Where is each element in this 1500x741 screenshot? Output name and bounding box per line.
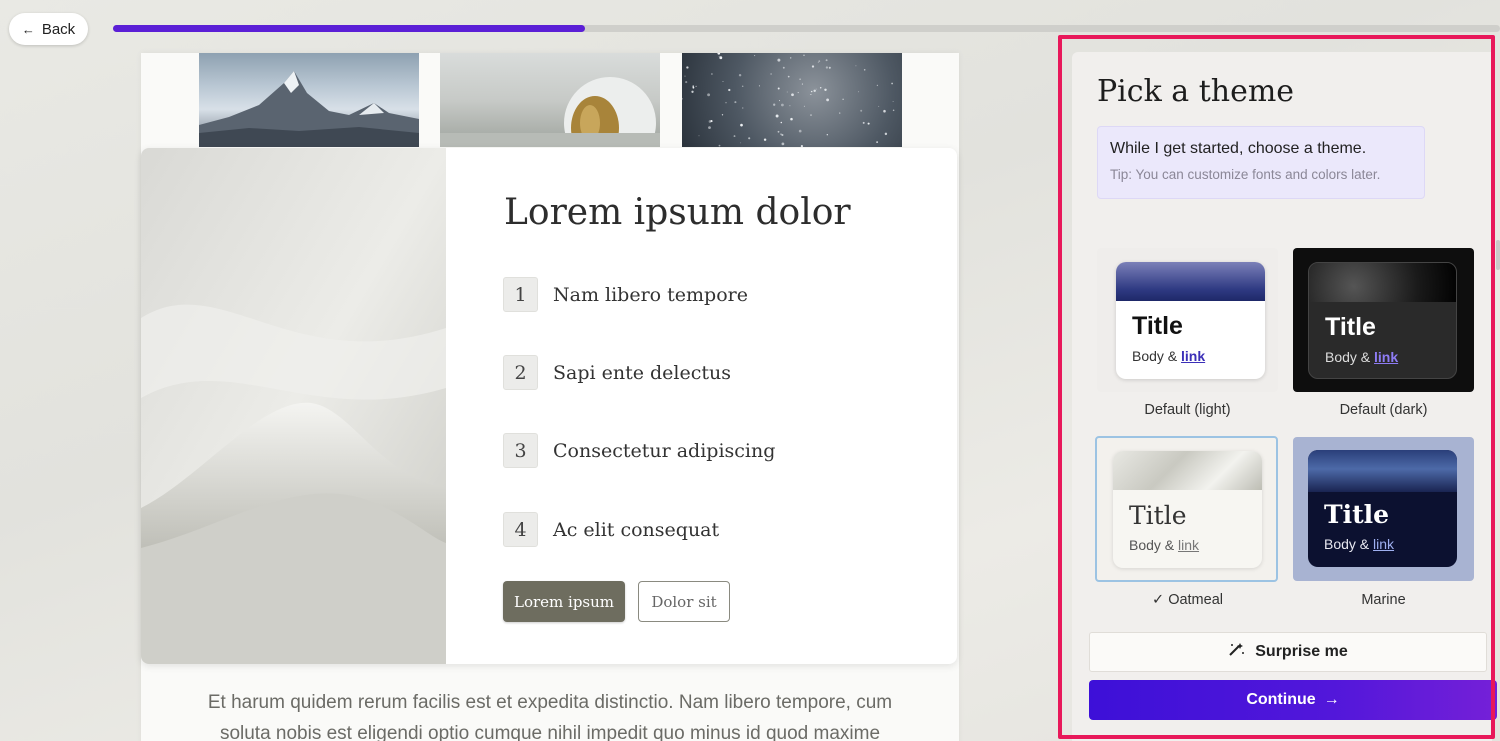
back-button[interactable]: ← Back (9, 13, 88, 45)
progress-fill (113, 25, 585, 32)
scrollbar-handle[interactable] (1496, 240, 1500, 270)
back-label: Back (42, 21, 75, 38)
step-item: 2 Sapi ente delectus (503, 355, 731, 390)
preview-body-text: Et harum quidem rerum facilis est et exp… (190, 687, 910, 741)
step-item: 3 Consectetur adipiscing (503, 433, 775, 468)
slide-card: Lorem ipsum dolor 1 Nam libero tempore 2… (141, 148, 957, 664)
step-text: Sapi ente delectus (553, 362, 731, 384)
step-item: 4 Ac elit consequat (503, 512, 719, 547)
mountain-thumbnail (199, 53, 419, 147)
preview-primary-button: Lorem ipsum (503, 581, 625, 622)
starry-sky-thumbnail (682, 53, 902, 147)
highlight-frame (1058, 35, 1495, 739)
step-number: 4 (503, 512, 538, 547)
preview-secondary-button: Dolor sit (638, 581, 730, 622)
astronaut-thumbnail (440, 53, 660, 147)
step-number: 2 (503, 355, 538, 390)
arrow-left-icon: ← (22, 22, 35, 37)
step-item: 1 Nam libero tempore (503, 277, 748, 312)
slide-title: Lorem ipsum dolor (504, 192, 851, 233)
step-number: 1 (503, 277, 538, 312)
fabric-dune-image (141, 148, 446, 664)
step-text: Consectetur adipiscing (553, 440, 775, 462)
step-text: Nam libero tempore (553, 284, 748, 306)
step-text: Ac elit consequat (553, 519, 719, 541)
step-number: 3 (503, 433, 538, 468)
